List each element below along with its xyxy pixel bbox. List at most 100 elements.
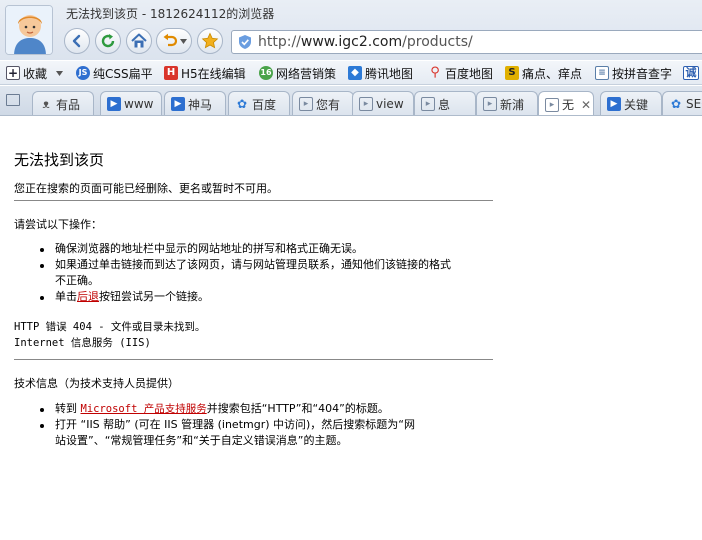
- undo-close-tab-button[interactable]: [156, 28, 192, 54]
- bullet: [40, 408, 44, 412]
- bookmark-label: 腾讯地图: [365, 66, 414, 81]
- try-item-contact-admin-cont: 不正确。: [55, 274, 99, 287]
- tab-label: 关键: [624, 97, 649, 112]
- flag-icon: ▶: [607, 97, 621, 111]
- address-bar[interactable]: http://www.igc2.com/products/: [231, 30, 702, 54]
- tab-label: www: [124, 97, 154, 111]
- page-icon: ▸: [545, 97, 559, 112]
- tab-xi[interactable]: ▸ 息: [414, 91, 476, 115]
- favorite-button[interactable]: [197, 28, 223, 54]
- page-icon: ▸: [299, 97, 313, 111]
- tab-close-icon[interactable]: ✕: [581, 98, 591, 112]
- support-text-pre: 转到: [55, 402, 81, 415]
- tab-label: 您有: [316, 97, 341, 112]
- tab-active-error[interactable]: ▸ 无 ✕: [538, 91, 594, 115]
- refresh-button[interactable]: [95, 28, 121, 54]
- tab-view[interactable]: ▸ view: [352, 91, 414, 115]
- home-button[interactable]: [126, 28, 152, 54]
- tab-xinpu[interactable]: ▸ 新浦: [476, 91, 538, 115]
- tab-label: view: [376, 97, 404, 111]
- tab-menu-icon[interactable]: [6, 94, 20, 106]
- home-icon: [131, 33, 147, 48]
- page-icon: ▸: [483, 97, 497, 111]
- back-link[interactable]: 后退: [77, 290, 99, 303]
- bullet: [40, 264, 44, 268]
- tab-ninyou[interactable]: ▸ 您有: [292, 91, 354, 115]
- bookmark-label: 网络营销策: [276, 66, 337, 81]
- bookmark-item-h5[interactable]: H H5在线编辑: [164, 65, 246, 81]
- bookmark-label: 收藏: [23, 66, 48, 81]
- back-text-post: 按钮尝试另一个链接。: [99, 290, 209, 303]
- cheng-icon: 诚: [683, 66, 699, 80]
- bookmark-label: 痛点、痒点: [522, 66, 583, 81]
- tab-label: 无: [562, 98, 575, 112]
- undo-icon: [163, 33, 177, 47]
- bullet: [40, 296, 44, 300]
- plus-icon: +: [6, 66, 20, 80]
- divider: [14, 359, 493, 360]
- avatar-icon: [6, 6, 52, 54]
- bookmark-item-favorites[interactable]: + 收藏: [6, 65, 64, 81]
- tab-shenma[interactable]: ▶ 神马: [164, 91, 226, 115]
- tech-item-iis-help: 打开 “IIS 帮助” (可在 IIS 管理器 (inetmgr) 中访问)，然…: [55, 418, 416, 431]
- tab-label: 新浦: [500, 97, 525, 112]
- h-icon: H: [164, 66, 178, 80]
- chevron-down-icon: [179, 38, 187, 44]
- tech-heading: 技术信息（为技术支持人员提供）: [14, 377, 179, 390]
- support-text-post: 并搜索包括“HTTP”和“404”的标题。: [206, 402, 389, 415]
- tab-label: SEO: [686, 97, 702, 111]
- address-url[interactable]: http://www.igc2.com/products/: [258, 34, 473, 50]
- try-item-contact-admin: 如果通过单击链接而到达了该网页，请与网站管理员联系，通知他们该链接的格式: [55, 258, 451, 271]
- browser-toolbar: 无法找到该页 - 1812624112的浏览器 http://www.igc2.…: [0, 0, 702, 60]
- tab-strip: ᴥ 有品 ▶ www ▶ 神马 ✿ 百度 ▸ 您有 ▸ view ▸ 息 ▸ 新…: [0, 86, 702, 116]
- back-button[interactable]: [64, 28, 90, 54]
- bookmarks-bar: + 收藏 JS 纯CSS扁平 H H5在线编辑 16 网络营销策 ◆ 腾讯地图 …: [0, 61, 702, 85]
- iis-label: Internet 信息服务 (IIS): [14, 337, 151, 349]
- bookmark-label: 按拼音查字: [612, 66, 673, 81]
- bookmark-label: 百度地图: [445, 66, 494, 81]
- page-content: 无法找到该页 您正在搜索的页面可能已经删除、更名或暂时不可用。 请尝试以下操作：…: [0, 117, 702, 540]
- paw-icon: ✿: [236, 97, 248, 111]
- tab-seo[interactable]: ✿ SEO: [662, 91, 702, 115]
- pin-icon: ⚲: [430, 65, 440, 80]
- bookmark-item-marketing[interactable]: 16 网络营销策: [259, 65, 336, 81]
- bookmark-item-cheng[interactable]: 诚: [683, 65, 699, 81]
- tab-www[interactable]: ▶ www: [100, 91, 162, 115]
- s-icon: S: [505, 66, 519, 80]
- cat-icon: ᴥ: [42, 97, 50, 111]
- bookmark-item-css[interactable]: JS 纯CSS扁平: [76, 65, 153, 81]
- bullet: [40, 424, 44, 428]
- bookmark-item-pain-points[interactable]: S 痛点、痒点: [505, 65, 582, 81]
- window-title: 无法找到该页 - 1812624112的浏览器: [66, 7, 275, 21]
- tab-guanjian[interactable]: ▶ 关键: [600, 91, 662, 115]
- bullet: [40, 248, 44, 252]
- chevron-down-icon: [56, 70, 64, 76]
- tech-item-support: 转到 Microsoft 产品支持服务并搜索包括“HTTP”和“404”的标题。: [55, 401, 389, 417]
- js-icon: JS: [76, 66, 90, 80]
- security-shield-icon: [239, 35, 251, 49]
- flag-icon: ▶: [107, 97, 121, 111]
- bookmark-item-pinyin[interactable]: ≡ 按拼音查字: [595, 65, 672, 81]
- paw-icon: ✿: [670, 97, 682, 111]
- url-path: /products/: [402, 34, 473, 50]
- page-icon: ▸: [359, 97, 373, 111]
- tab-baidu[interactable]: ✿ 百度: [228, 91, 290, 115]
- map-icon: ◆: [348, 66, 362, 80]
- tab-label: 息: [438, 97, 451, 112]
- bookmark-item-tencent-map[interactable]: ◆ 腾讯地图: [348, 65, 413, 81]
- microsoft-support-link[interactable]: Microsoft 产品支持服务: [81, 403, 207, 415]
- try-heading: 请尝试以下操作：: [14, 218, 102, 231]
- tab-youpin[interactable]: ᴥ 有品: [32, 91, 94, 115]
- user-avatar[interactable]: [5, 5, 53, 55]
- tab-label: 百度: [252, 97, 277, 112]
- star-icon: [201, 32, 219, 49]
- page-icon: ▸: [421, 97, 435, 111]
- page-icon: ≡: [595, 66, 609, 80]
- page-title: 无法找到该页: [14, 151, 105, 169]
- try-item-check-address: 确保浏览器的地址栏中显示的网站地址的拼写和格式正确无误。: [55, 242, 363, 255]
- url-host: www.igc2.com: [300, 34, 403, 50]
- refresh-icon: [101, 34, 115, 48]
- bookmark-item-baidu-map[interactable]: ⚲ 百度地图: [428, 65, 493, 81]
- http-error-code: HTTP 错误 404 - 文件或目录未找到。: [14, 321, 206, 333]
- back-arrow-icon: [72, 34, 81, 48]
